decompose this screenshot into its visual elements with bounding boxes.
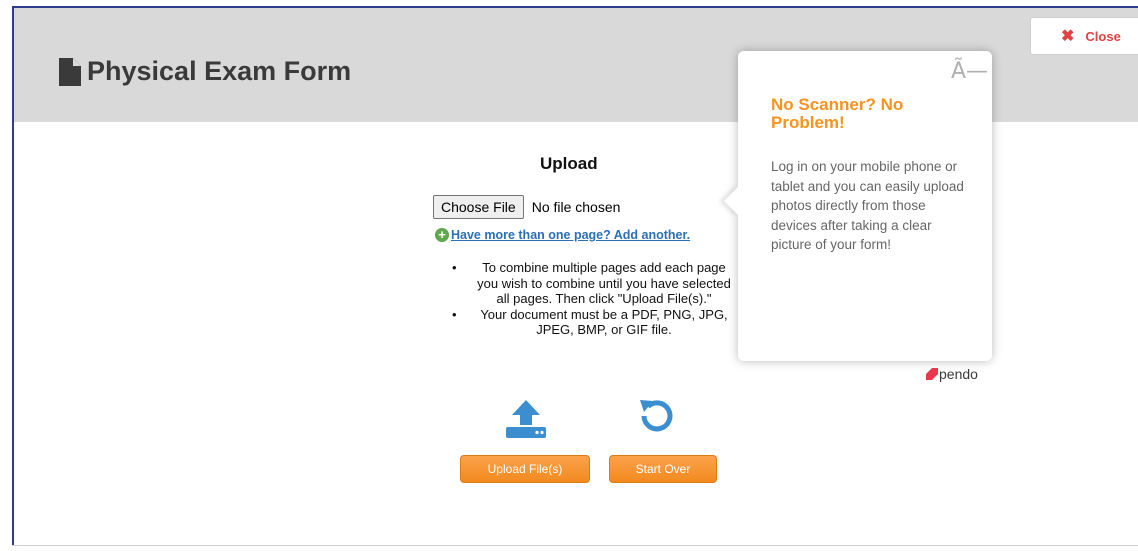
instruction-item: • Your document must be a PDF, PNG, JPG,… [434, 307, 738, 338]
pendo-branding[interactable]: pendo [926, 366, 978, 382]
instructions-list: • To combine multiple pages add each pag… [434, 260, 738, 338]
upload-files-button[interactable]: Upload File(s) [460, 455, 590, 483]
upload-icon[interactable] [504, 398, 548, 440]
bullet-dot: • [452, 260, 457, 275]
bottom-border [12, 545, 1138, 546]
title-group: Physical Exam Form [59, 56, 351, 87]
instruction-item: • To combine multiple pages add each pag… [434, 260, 738, 307]
instruction-text: To combine multiple pages add each page … [477, 260, 731, 306]
pendo-logo-icon [926, 368, 938, 380]
file-status: No file chosen [531, 199, 621, 215]
guide-tooltip: Ã— No Scanner? No Problem! Log in on you… [723, 51, 992, 361]
choose-file-button[interactable]: Choose File [433, 195, 524, 219]
pendo-label: pendo [939, 366, 978, 382]
tooltip-title: No Scanner? No Problem! [771, 95, 904, 132]
restart-icon[interactable] [636, 396, 676, 436]
instruction-text: Your document must be a PDF, PNG, JPG, J… [480, 306, 728, 338]
page-title: Physical Exam Form [87, 56, 352, 86]
add-another-link[interactable]: Have more than one page? Add another. [451, 228, 690, 242]
tooltip-close-icon[interactable]: Ã— [951, 59, 988, 84]
start-over-button[interactable]: Start Over [609, 455, 717, 483]
bullet-dot: • [452, 306, 457, 322]
tooltip-text: Log in on your mobile phone or tablet an… [771, 159, 964, 252]
document-icon [59, 57, 81, 86]
close-button[interactable]: ✖ Close [1030, 17, 1138, 55]
modal-frame: Physical Exam Form ✖ Close Upload Choose… [12, 6, 1138, 546]
add-another-row[interactable]: + Have more than one page? Add another. [435, 228, 690, 242]
add-circle-icon: + [435, 228, 449, 242]
tooltip-body: Ã— No Scanner? No Problem! Log in on you… [738, 51, 992, 361]
close-x-icon: ✖ [1061, 28, 1075, 45]
close-button-label: Close [1085, 28, 1121, 44]
file-input-row: Choose File No file chosen [433, 195, 620, 219]
upload-heading: Upload [540, 154, 598, 173]
